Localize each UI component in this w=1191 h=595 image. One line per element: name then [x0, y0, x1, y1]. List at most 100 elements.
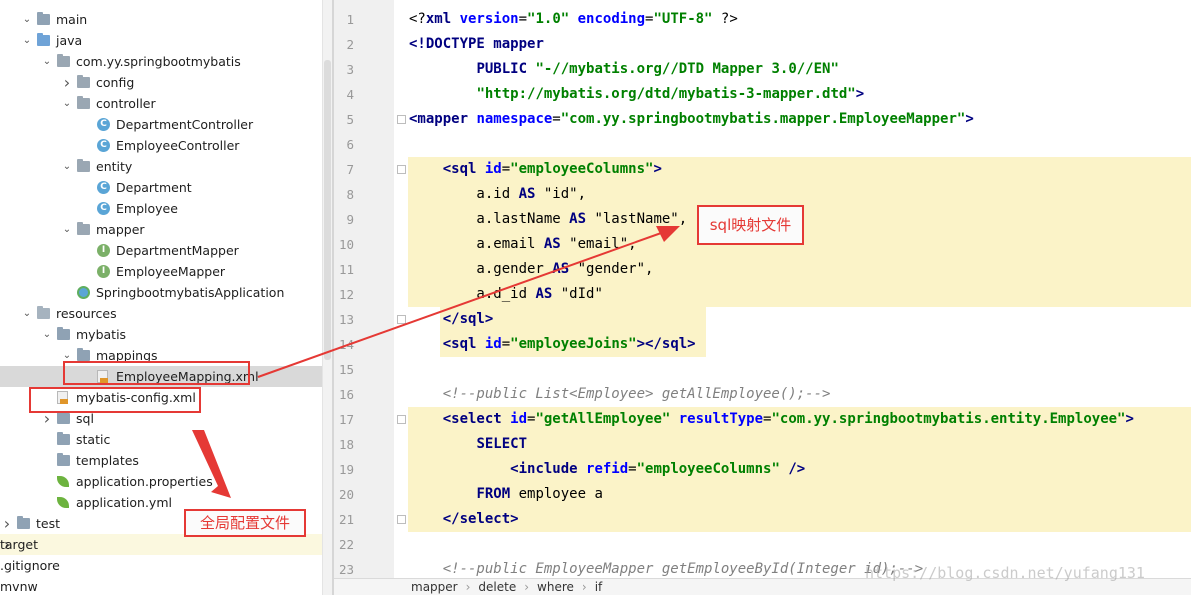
tree-scrollbar[interactable]	[322, 0, 332, 595]
code-line[interactable]: </select>	[409, 507, 519, 532]
code-token: a.d_id	[409, 286, 536, 302]
tree-item[interactable]: ⌄ mybatis	[0, 324, 322, 345]
code-line[interactable]: </sql>	[409, 307, 494, 332]
code-line[interactable]: <!--public List<Employee> getAllEmployee…	[409, 382, 831, 407]
tree-item-label: mapper	[96, 222, 145, 237]
collapse-arrow-icon[interactable]: ⌄	[61, 93, 73, 114]
tree-item[interactable]: ⌄ java	[0, 30, 322, 51]
tree-item[interactable]: ⌄ mapper	[0, 219, 322, 240]
breadcrumb-item[interactable]: where	[537, 580, 574, 594]
tree-item[interactable]: SpringbootmybatisApplication	[0, 282, 322, 303]
collapse-arrow-icon[interactable]: ⌄	[41, 324, 53, 345]
code-line[interactable]: <?xml version="1.0" encoding="UTF-8" ?>	[409, 7, 738, 32]
line-number: 1	[346, 12, 354, 27]
expand-arrow-icon[interactable]: ›	[61, 72, 73, 93]
tree-item[interactable]: static	[0, 429, 322, 450]
tree-item[interactable]: .gitignore	[0, 555, 322, 576]
fold-marker-icon[interactable]	[397, 315, 406, 324]
code-line[interactable]: <sql id="employeeColumns">	[409, 157, 662, 182]
code-token: PUBLIC	[476, 61, 536, 77]
code-line[interactable]: <include refid="employeeColumns" />	[409, 457, 805, 482]
fold-marker-icon[interactable]	[397, 115, 406, 124]
collapse-arrow-icon[interactable]: ⌄	[61, 219, 73, 240]
tree-item[interactable]: C Department	[0, 177, 322, 198]
tree-item[interactable]: ⌄ main	[0, 9, 322, 30]
package-icon	[57, 54, 70, 67]
tree-item[interactable]: › target	[0, 534, 322, 555]
code-line[interactable]: a.gender AS "gender",	[409, 257, 653, 282]
watermark: https://blog.csdn.net/yufang131	[865, 564, 1145, 582]
line-number: 11	[338, 262, 354, 277]
tree-item[interactable]: application.properties	[0, 471, 322, 492]
code-token: a.id	[409, 186, 519, 202]
tree-item-label: config	[96, 75, 135, 90]
tree-item[interactable]: ⌄ com.yy.springbootmybatis	[0, 51, 322, 72]
breadcrumb-item[interactable]: delete	[478, 580, 516, 594]
code-token: "dId"	[560, 286, 603, 302]
code-token: ?>	[712, 11, 738, 27]
code-line[interactable]: a.id AS "id",	[409, 182, 586, 207]
code-token: version	[459, 11, 519, 27]
collapse-arrow-icon[interactable]: ⌄	[21, 9, 33, 30]
fold-marker-icon[interactable]	[397, 415, 406, 424]
code-line[interactable]: a.lastName AS "lastName",	[409, 207, 687, 232]
fold-marker-icon[interactable]	[397, 515, 406, 524]
tree-item-label: DepartmentController	[116, 117, 254, 132]
code-token: <sql	[442, 161, 485, 177]
code-token: "-//mybatis.org//DTD Mapper 3.0//EN"	[535, 61, 839, 77]
code-token: =	[501, 161, 511, 177]
tree-item-label: mvnw	[0, 579, 38, 594]
code-token: "com.yy.springbootmybatis.mapper.Employe…	[560, 111, 966, 127]
code-line[interactable]: <!DOCTYPE mapper	[409, 32, 544, 57]
collapse-arrow-icon[interactable]: ⌄	[21, 303, 33, 324]
tree-item-label: controller	[96, 96, 156, 111]
code-line[interactable]: a.d_id AS "dId"	[409, 282, 603, 307]
collapse-arrow-icon[interactable]: ⌄	[41, 51, 53, 72]
tree-item[interactable]: I DepartmentMapper	[0, 240, 322, 261]
code-line[interactable]: "http://mybatis.org/dtd/mybatis-3-mapper…	[409, 82, 864, 107]
tree-scrollbar-thumb[interactable]	[324, 60, 331, 360]
code-line[interactable]: PUBLIC "-//mybatis.org//DTD Mapper 3.0//…	[409, 57, 839, 82]
tree-item-label: EmployeeMapper	[116, 264, 226, 279]
breadcrumb-item[interactable]: mapper	[411, 580, 458, 594]
code-line[interactable]: <sql id="employeeJoins"></sql>	[409, 332, 696, 357]
tree-item[interactable]: mvnw	[0, 576, 322, 595]
tree-item-label: DepartmentMapper	[116, 243, 239, 258]
code-token: namespace	[476, 111, 553, 127]
tree-item[interactable]: I EmployeeMapper	[0, 261, 322, 282]
code-line[interactable]: <mapper namespace="com.yy.springbootmyba…	[409, 107, 974, 132]
breadcrumb-item[interactable]: if	[595, 580, 603, 594]
tree-item[interactable]: › config	[0, 72, 322, 93]
code-token: employee a	[518, 486, 603, 502]
tree-item[interactable]: C Employee	[0, 198, 322, 219]
collapse-arrow-icon[interactable]: ⌄	[21, 30, 33, 51]
tree-item[interactable]: templates	[0, 450, 322, 471]
tree-item-label: Department	[116, 180, 192, 195]
line-number: 6	[346, 137, 354, 152]
code-token: "com.yy.springbootmybatis.entity.Employe…	[771, 411, 1126, 427]
code-editor[interactable]: 1 2 3 4 5 6 7 8 9 10 11 12 13 14 15 16 17 18 19 20 21 22 23 <?…	[334, 0, 1191, 595]
code-token: >	[965, 111, 974, 127]
code-line[interactable]: SELECT	[409, 432, 527, 457]
tree-item-label: Employee	[116, 201, 178, 216]
tree-item[interactable]: C DepartmentController	[0, 114, 322, 135]
code-line[interactable]: a.email AS "email",	[409, 232, 636, 257]
code-line[interactable]: <select id="getAllEmployee" resultType="…	[409, 407, 1134, 432]
tree-item[interactable]: ⌄ entity	[0, 156, 322, 177]
expand-arrow-icon[interactable]: ›	[1, 513, 13, 534]
tree-item-label: static	[76, 432, 111, 447]
tree-item[interactable]: ⌄ controller	[0, 93, 322, 114]
collapse-arrow-icon[interactable]: ⌄	[61, 156, 73, 177]
code-token: >	[855, 86, 865, 102]
code-token: AS	[552, 261, 578, 277]
tree-item[interactable]: C EmployeeController	[0, 135, 322, 156]
code-line[interactable]: FROM employee a	[409, 482, 603, 507]
code-token: >	[1125, 411, 1134, 427]
tree-item[interactable]: ⌄ resources	[0, 303, 322, 324]
highlight-mybatis-config	[29, 387, 201, 413]
fold-marker-icon[interactable]	[397, 165, 406, 174]
